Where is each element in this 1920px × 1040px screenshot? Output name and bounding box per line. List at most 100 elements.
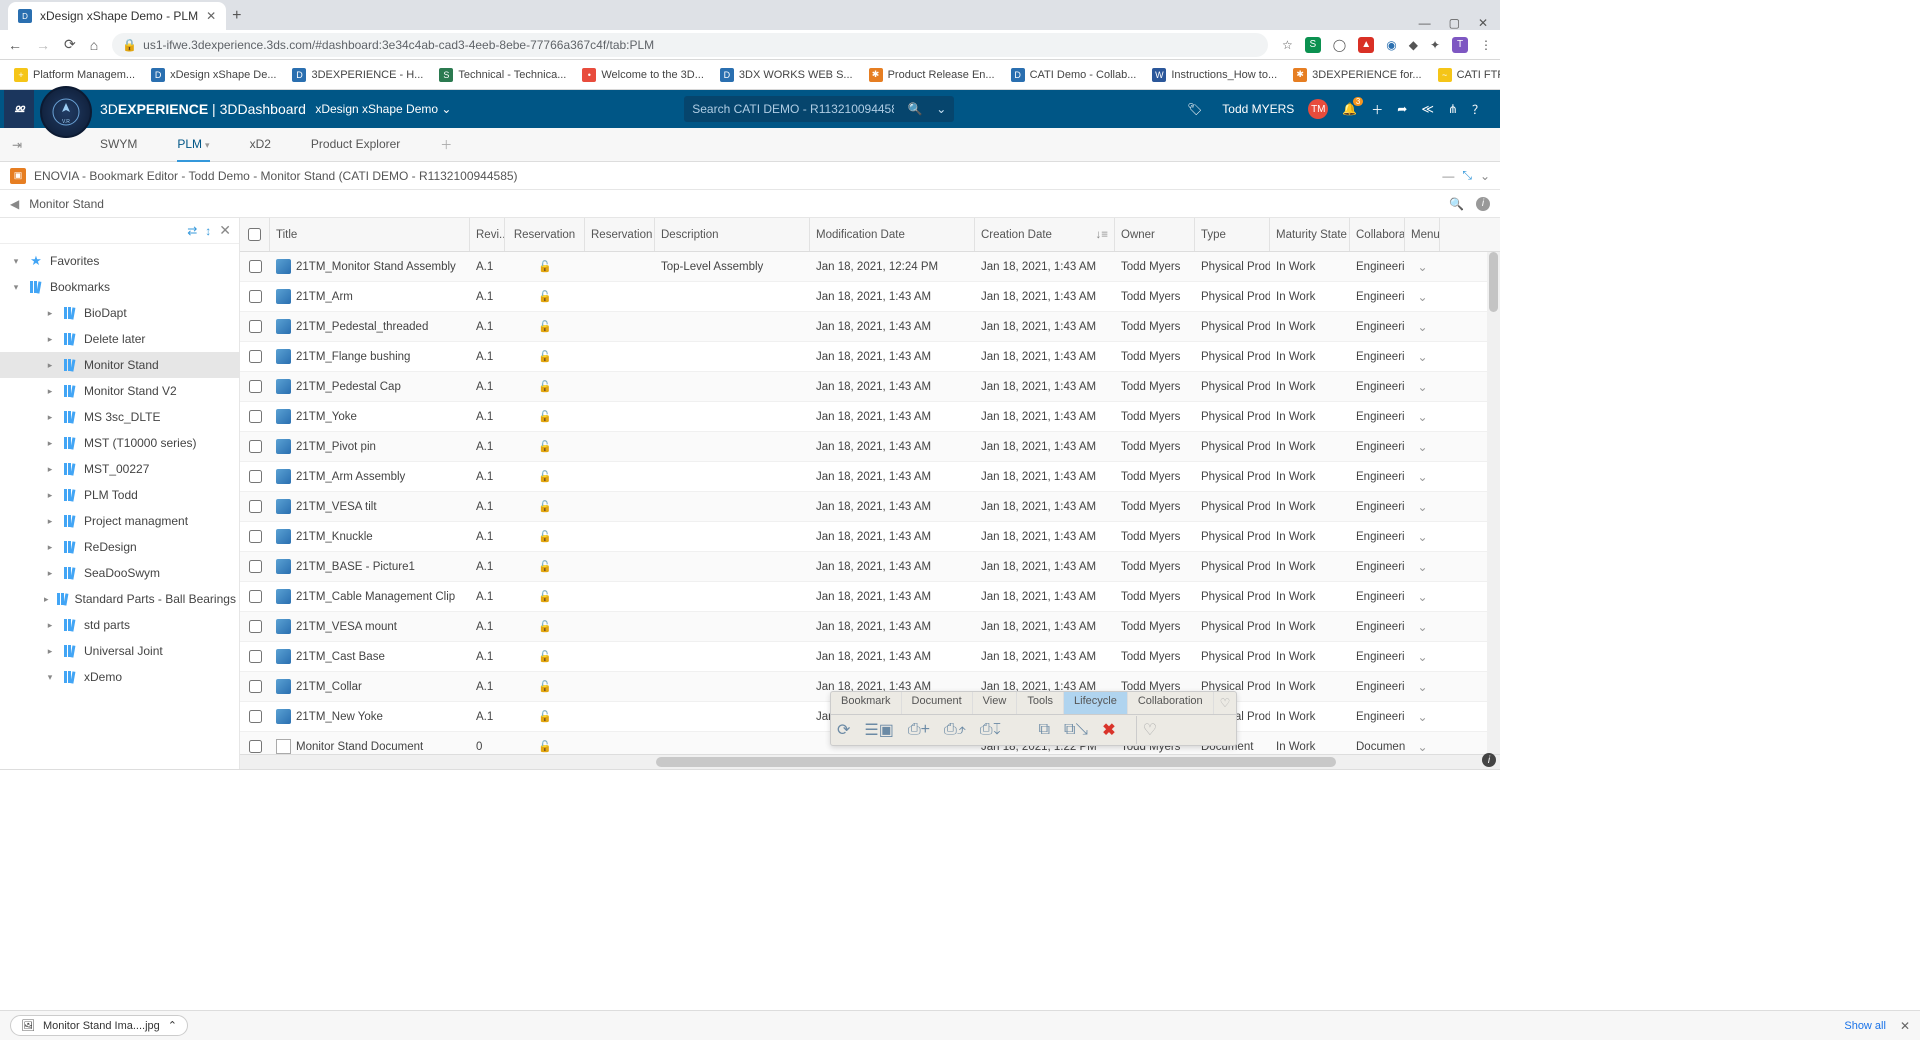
- help-icon[interactable]: ？: [1472, 101, 1484, 118]
- add-tab-icon[interactable]: ＋: [440, 136, 452, 153]
- table-row[interactable]: 21TM_Pivot pinA.1🔓Jan 18, 2021, 1:43 AMJ…: [240, 432, 1500, 462]
- table-row[interactable]: 21TM_YokeA.1🔓Jan 18, 2021, 1:43 AMJan 18…: [240, 402, 1500, 432]
- tree-twist-icon[interactable]: ▸: [44, 386, 56, 397]
- dashboard-tab[interactable]: SWYM: [100, 128, 137, 162]
- bookmark-item[interactable]: D3DX WORKS WEB S...: [714, 66, 859, 84]
- search-icon[interactable]: 🔍: [902, 102, 928, 116]
- row-menu-icon[interactable]: ⌄: [1411, 410, 1434, 424]
- bookmark-item[interactable]: STechnical - Technica...: [433, 66, 572, 84]
- expand-sidebar-icon[interactable]: ⇥: [12, 138, 22, 152]
- chevron-down-icon[interactable]: ▾: [205, 140, 210, 150]
- page-name[interactable]: xDesign xShape Demo ⌄: [312, 102, 451, 116]
- unlock-icon[interactable]: 🔓: [538, 560, 552, 573]
- unlock-icon[interactable]: 🔓: [538, 740, 552, 753]
- table-row[interactable]: 21TM_Arm AssemblyA.1🔓Jan 18, 2021, 1:43 …: [240, 462, 1500, 492]
- forward-button[interactable]: →: [36, 37, 50, 53]
- row-checkbox[interactable]: [249, 620, 262, 633]
- row-checkbox[interactable]: [249, 590, 262, 603]
- tree-twist-icon[interactable]: ▸: [44, 412, 56, 423]
- col-creation-date[interactable]: Creation Date↓≡: [975, 218, 1115, 251]
- col-type[interactable]: Type: [1195, 218, 1270, 251]
- refresh-icon[interactable]: ⟳: [837, 720, 850, 740]
- tree-node[interactable]: ▸Monitor Stand V2: [0, 378, 239, 404]
- profile-avatar[interactable]: T: [1452, 37, 1468, 53]
- tree-twist-icon[interactable]: ▸: [44, 568, 56, 579]
- col-reservation[interactable]: Reservation: [505, 218, 585, 251]
- extension-icon[interactable]: ▲: [1358, 37, 1374, 53]
- search-dropdown-icon[interactable]: ⌄: [928, 102, 954, 116]
- col-description[interactable]: Description: [655, 218, 810, 251]
- col-checkbox[interactable]: [240, 218, 270, 251]
- user-avatar[interactable]: TM: [1308, 99, 1328, 119]
- tree-node[interactable]: ▾★Favorites: [0, 248, 239, 274]
- sort-icon[interactable]: ↕: [205, 224, 211, 238]
- row-menu-icon[interactable]: ⌄: [1411, 590, 1434, 604]
- tree-twist-icon[interactable]: ▾: [10, 256, 22, 267]
- col-revision[interactable]: Revi...: [470, 218, 505, 251]
- tree-twist-icon[interactable]: ▾: [10, 282, 22, 293]
- search-input[interactable]: [684, 102, 902, 116]
- unlock-icon[interactable]: 🔓: [538, 440, 552, 453]
- dashboard-tab[interactable]: PLM▾: [177, 128, 209, 162]
- search-panel-icon[interactable]: 🔍: [1449, 197, 1464, 211]
- download-chip[interactable]: 🖼 Monitor Stand Ima....jpg ⌃: [10, 1015, 188, 1036]
- table-row[interactable]: 21TM_Pedestal_threadedA.1🔓Jan 18, 2021, …: [240, 312, 1500, 342]
- actionbar-tab[interactable]: Document: [902, 692, 973, 714]
- col-maturity[interactable]: Maturity State: [1270, 218, 1350, 251]
- star-icon[interactable]: ☆: [1282, 38, 1293, 52]
- tag-icon[interactable]: 🏷: [1187, 102, 1202, 116]
- collapse-icon[interactable]: ⤡: [1462, 168, 1472, 183]
- tree-twist-icon[interactable]: ▸: [44, 464, 56, 475]
- breadcrumb-back-icon[interactable]: ◀: [10, 197, 19, 211]
- paste-icon[interactable]: ⧉↘: [1064, 721, 1088, 739]
- close-shelf-icon[interactable]: ✕: [1900, 1019, 1910, 1033]
- row-checkbox[interactable]: [249, 320, 262, 333]
- unlock-icon[interactable]: 🔓: [538, 650, 552, 663]
- actionbar-tab[interactable]: Lifecycle: [1064, 692, 1128, 714]
- row-menu-icon[interactable]: ⌄: [1411, 740, 1434, 754]
- bookmark-item[interactable]: ✱3DEXPERIENCE for...: [1287, 66, 1427, 84]
- tree-twist-icon[interactable]: ▸: [44, 594, 49, 605]
- add-icon[interactable]: ＋: [1371, 101, 1383, 118]
- info-icon[interactable]: i: [1476, 197, 1490, 211]
- tree-node[interactable]: ▾Bookmarks: [0, 274, 239, 300]
- col-reservation-owner[interactable]: Reservation O...: [585, 218, 655, 251]
- tree-twist-icon[interactable]: ▸: [44, 438, 56, 449]
- extensions-menu-icon[interactable]: ✦: [1430, 38, 1440, 52]
- unlock-icon[interactable]: 🔓: [538, 590, 552, 603]
- table-row[interactable]: 21TM_BASE - Picture1A.1🔓Jan 18, 2021, 1:…: [240, 552, 1500, 582]
- row-checkbox[interactable]: [249, 650, 262, 663]
- unlock-icon[interactable]: 🔓: [538, 290, 552, 303]
- extension-icon[interactable]: ◆: [1409, 38, 1418, 52]
- tree-node[interactable]: ▸Delete later: [0, 326, 239, 352]
- tree-twist-icon[interactable]: ▸: [44, 308, 56, 319]
- favorite-icon[interactable]: ♡: [1136, 716, 1163, 744]
- row-menu-icon[interactable]: ⌄: [1411, 350, 1434, 364]
- row-menu-icon[interactable]: ⌄: [1411, 530, 1434, 544]
- actionbar-tab[interactable]: View: [973, 692, 1018, 714]
- row-checkbox[interactable]: [249, 710, 262, 723]
- unlock-icon[interactable]: 🔓: [538, 350, 552, 363]
- row-menu-icon[interactable]: ⌄: [1411, 440, 1434, 454]
- horizontal-scrollbar[interactable]: [240, 754, 1500, 769]
- row-menu-icon[interactable]: ⌄: [1411, 650, 1434, 664]
- extension-icon[interactable]: S: [1305, 37, 1321, 53]
- tree-twist-icon[interactable]: ▸: [44, 646, 56, 657]
- row-checkbox[interactable]: [249, 410, 262, 423]
- row-menu-icon[interactable]: ⌄: [1411, 320, 1434, 334]
- unlock-icon[interactable]: 🔓: [538, 320, 552, 333]
- unlock-icon[interactable]: 🔓: [538, 260, 552, 273]
- row-checkbox[interactable]: [249, 560, 262, 573]
- table-row[interactable]: 21TM_Pedestal CapA.1🔓Jan 18, 2021, 1:43 …: [240, 372, 1500, 402]
- tree-node[interactable]: ▸MST (T10000 series): [0, 430, 239, 456]
- tree-twist-icon[interactable]: ▸: [44, 334, 56, 345]
- row-menu-icon[interactable]: ⌄: [1411, 380, 1434, 394]
- row-menu-icon[interactable]: ⌄: [1411, 560, 1434, 574]
- row-menu-icon[interactable]: ⌄: [1411, 680, 1434, 694]
- close-window-icon[interactable]: ✕: [1478, 16, 1488, 30]
- row-checkbox[interactable]: [249, 500, 262, 513]
- row-checkbox[interactable]: [249, 350, 262, 363]
- row-menu-icon[interactable]: ⌄: [1411, 620, 1434, 634]
- tree-twist-icon[interactable]: ▸: [44, 516, 56, 527]
- tree-node[interactable]: ▸PLM Todd: [0, 482, 239, 508]
